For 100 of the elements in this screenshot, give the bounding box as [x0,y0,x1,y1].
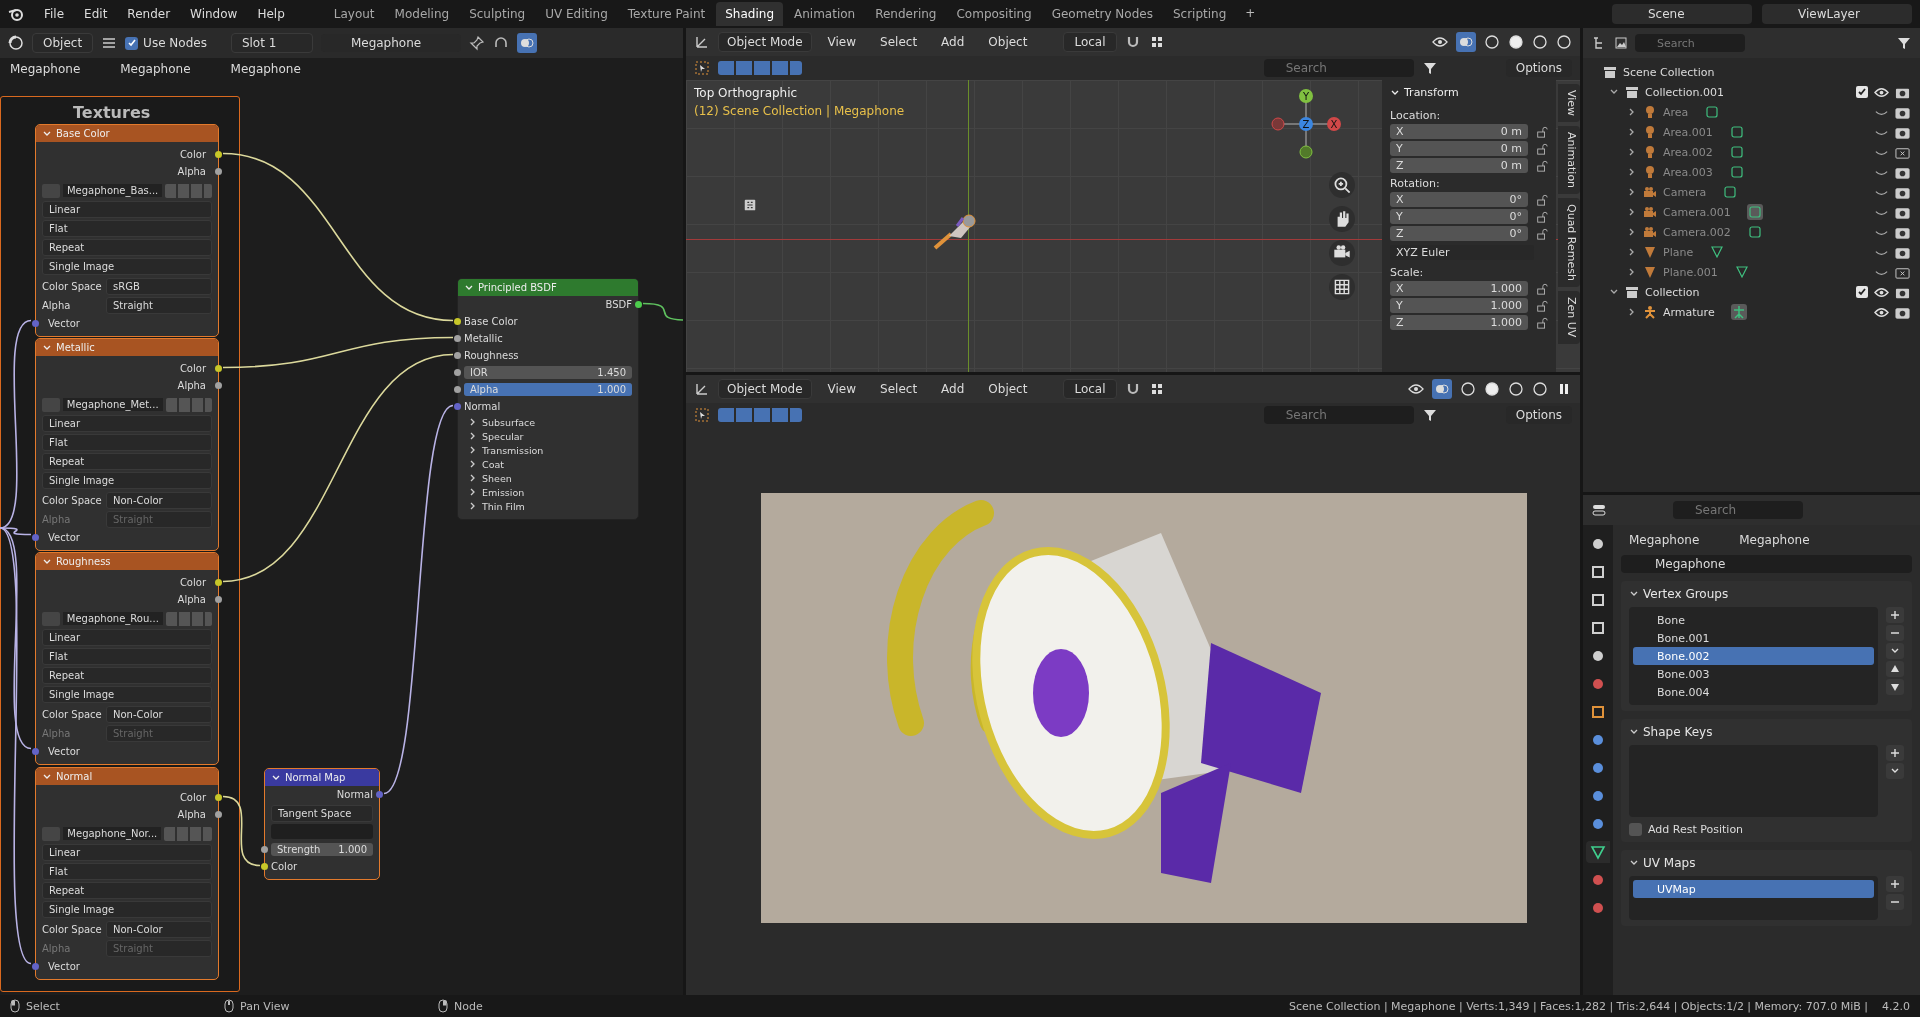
options-dropdown[interactable]: Options [1505,59,1572,77]
tree-item[interactable]: Collection [1645,285,1700,299]
workspace-tab[interactable]: Shading [716,2,783,26]
grid-icon[interactable] [1329,274,1355,300]
breadcrumb-item[interactable]: Megaphone [1739,533,1810,547]
number-field[interactable]: Y 0° [1390,209,1528,224]
mode-dropdown[interactable]: Object Mode [718,32,812,52]
shading-sphere-icon[interactable] [1460,381,1476,397]
menu-item[interactable]: Select [872,380,926,398]
node-dropdown[interactable]: Linear [42,844,212,861]
menu-icon[interactable] [101,35,118,51]
workspace-tab[interactable]: Rendering [866,2,946,26]
socket-dot[interactable] [215,168,222,175]
node-dropdown[interactable]: Flat [42,434,212,451]
node-dropdown[interactable]: Single Image [42,901,212,918]
socket-dot[interactable] [261,846,268,853]
workspace-tab[interactable]: Modeling [385,2,459,26]
image-texture-node[interactable]: Base Color Color Alpha Megaphone_Bas... Linear Flat Repeat Single Image Color Space sRGB Alpha Straight Vector [35,124,219,337]
panel-toggle[interactable]: Specular [482,430,524,442]
vertex-group-item[interactable]: Bone.001 [1633,629,1874,647]
view-layer-selector[interactable]: ViewLayer [1762,4,1912,24]
panel-header[interactable]: UV Maps [1643,856,1696,870]
breadcrumb-item[interactable]: Megaphone [1629,533,1700,547]
add-workspace-button[interactable]: + [1237,2,1264,26]
workspace-tab[interactable]: Geometry Nodes [1042,2,1162,26]
menu-item[interactable]: Render [119,5,179,23]
shading-sphere-icon[interactable] [1532,34,1548,50]
object-data-icon[interactable] [1704,104,1721,120]
node-dropdown[interactable]: Flat [42,648,212,665]
axis-gizmo-drawing[interactable]: X Y Z [1266,84,1346,164]
workspace-tab[interactable]: Texture Paint [618,2,715,26]
menu-item[interactable]: Select [872,33,926,51]
image-texture-node[interactable]: Roughness Color Alpha Megaphone_Rou... Linear Flat Repeat Single Image Color Space Non-Color Alpha Straight Vector [35,552,219,765]
number-field[interactable]: Y 0 m [1390,141,1528,156]
orientation-dropdown[interactable]: Local [1063,32,1117,52]
object-type-dropdown[interactable]: Object [32,33,94,53]
sidebar-tab[interactable]: Quad Remesh [1558,198,1580,288]
checkbox[interactable] [1856,286,1868,298]
menu-item[interactable]: Window [182,5,246,23]
properties-tab[interactable] [1586,841,1610,863]
vertex-group-item[interactable]: Bone.004 [1633,683,1874,701]
plus-icon[interactable] [1886,876,1904,892]
sidebar-tab[interactable]: View [1558,84,1580,123]
menu-item[interactable]: Add [933,380,973,398]
tree-item[interactable]: Scene Collection [1623,65,1715,79]
image-name-field[interactable]: Megaphone_Nor... [63,827,162,840]
panel-toggle[interactable]: Sheen [482,472,512,484]
color-space-dropdown[interactable]: Non-Color [106,706,212,723]
zoom-icon[interactable] [1329,172,1355,198]
socket-dot[interactable] [32,963,39,970]
plus-icon[interactable] [1886,607,1904,623]
axes-icon[interactable] [694,34,710,50]
socket-dot[interactable] [454,352,461,359]
shading-sphere-icon[interactable] [1532,381,1548,397]
tree-item[interactable]: Camera.002 [1663,225,1731,239]
strength-field[interactable]: Strength 1.000 [271,843,373,856]
node-dropdown[interactable]: Repeat [42,882,212,899]
rotation-mode-dropdown[interactable]: XYZ Euler [1390,245,1534,260]
menu-item[interactable]: Add [933,33,973,51]
socket-dot[interactable] [215,579,222,586]
node-dropdown[interactable]: Repeat [42,453,212,470]
sidebar-tab[interactable]: Animation [1558,126,1580,195]
sidebar-tab[interactable]: Zen UV [1558,291,1580,344]
socket-dot[interactable] [215,382,222,389]
socket-dot[interactable] [454,403,461,410]
funnel-icon[interactable] [1421,407,1438,423]
tree-item[interactable]: Camera [1663,185,1707,199]
node-dropdown[interactable]: Flat [42,220,212,237]
node-dropdown[interactable]: Linear [42,201,212,218]
workspace-tab[interactable]: Scripting [1163,2,1236,26]
triangle-up-icon[interactable] [1886,661,1904,677]
lock-icon[interactable] [1536,316,1548,329]
hand-icon[interactable] [1329,206,1355,232]
tree-item[interactable]: Camera.001 [1663,205,1731,219]
search-field[interactable]: Search [1263,406,1414,424]
mesh-name-field[interactable]: Megaphone [1621,555,1912,573]
node-dropdown[interactable]: Linear [42,629,212,646]
eye-icon[interactable] [1408,381,1424,397]
socket-dot[interactable] [376,791,383,798]
scene-selector[interactable]: Scene [1612,4,1752,24]
funnel-icon[interactable] [1421,60,1438,76]
workspace-tab[interactable]: Compositing [947,2,1041,26]
tree-item[interactable]: Area [1663,105,1689,119]
object-data-icon[interactable] [1746,224,1763,240]
socket-dot[interactable] [215,151,222,158]
lock-icon[interactable] [1536,142,1548,155]
object-data-icon[interactable] [1728,144,1745,160]
triangle-down-icon[interactable] [1886,679,1904,695]
vertex-group-item[interactable]: Bone.002 [1633,647,1874,665]
tree-item[interactable]: Area.003 [1663,165,1713,179]
workspace-tab[interactable]: Layout [324,2,384,26]
selection-mode-icon[interactable] [718,61,802,75]
image-name-field[interactable]: Megaphone_Rou... [62,612,163,625]
socket-dot[interactable] [215,596,222,603]
socket-dot[interactable] [215,794,222,801]
minus-icon[interactable] [1886,625,1904,641]
search-field[interactable]: Search [1263,59,1414,77]
socket-dot[interactable] [635,301,642,308]
node-dropdown[interactable]: Repeat [42,667,212,684]
tree-item[interactable]: Collection.001 [1645,85,1724,99]
